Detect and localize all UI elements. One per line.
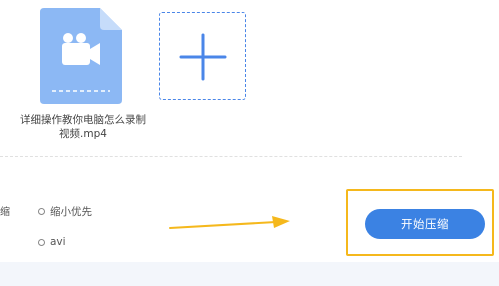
video-file-icon: [40, 8, 122, 104]
file-name: 详细操作教你电脑怎么录制视频.mp4: [20, 114, 146, 140]
compress-panel: 详细操作教你电脑怎么录制视频.mp4 缩 缩小优先 avi 开始压缩: [0, 0, 499, 286]
add-file-button[interactable]: [159, 12, 246, 100]
divider: [0, 156, 462, 157]
arrow-annotation-icon: [169, 216, 290, 229]
radio-size-priority[interactable]: 缩小优先: [38, 204, 92, 219]
radio-label: 缩小优先: [50, 206, 92, 218]
radio-circle-icon: [38, 238, 45, 246]
file-card[interactable]: [40, 8, 122, 104]
radio-avi[interactable]: avi: [38, 236, 66, 248]
option-group-label: 缩: [0, 207, 10, 218]
radio-circle-icon: [38, 208, 45, 215]
start-compress-button[interactable]: 开始压缩: [365, 209, 485, 239]
radio-label: avi: [50, 236, 66, 248]
bottom-band: [0, 262, 499, 286]
plus-icon: [179, 33, 227, 81]
